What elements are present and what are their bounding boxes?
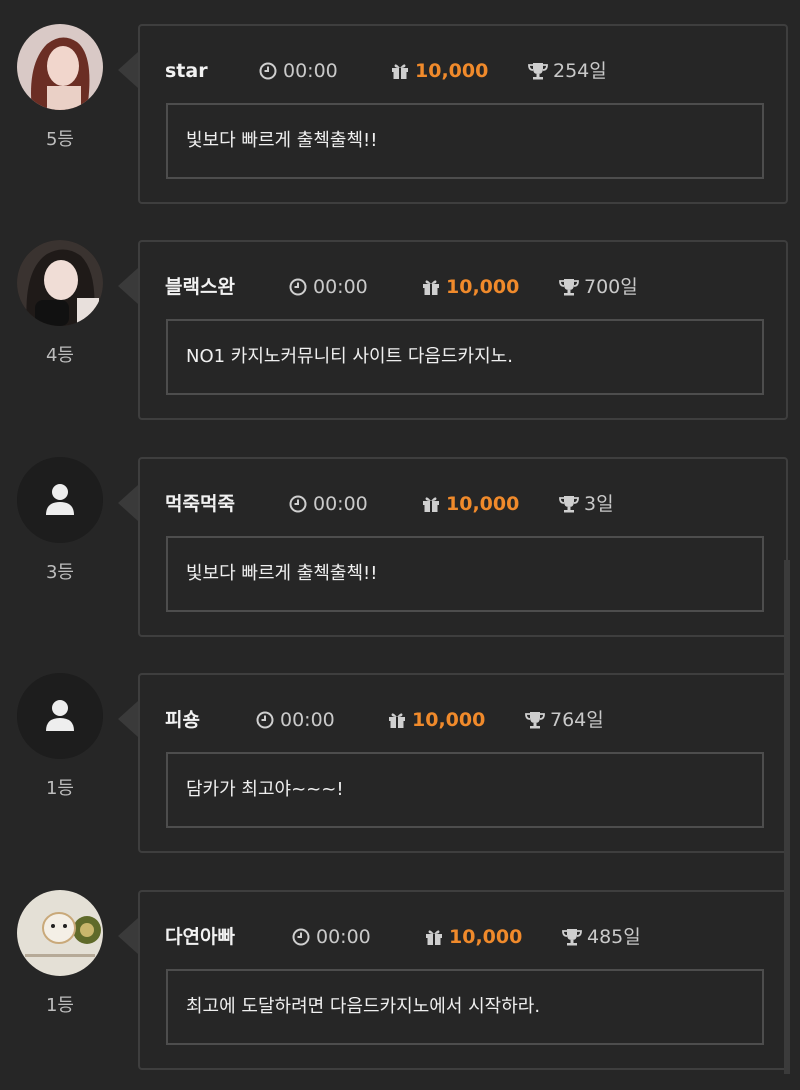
card-pointer: [118, 918, 138, 954]
comment-text: NO1 카지노커뮤니티 사이트 다음드카지노.: [166, 319, 764, 395]
clock-icon: [258, 61, 278, 81]
points-info: 10,000: [390, 59, 488, 83]
user-icon: [17, 457, 103, 543]
comment-text: 담카가 최고야~~~!: [166, 752, 764, 828]
comment-card: 피숑 00:00 10,000 764일 담카가 최고야~~~!: [138, 673, 788, 853]
comment-card: 먹죽먹죽 00:00 10,000 3일 빛보다 빠르게 출첵출첵!!: [138, 457, 788, 637]
points-text: 10,000: [449, 926, 523, 948]
gift-icon: [387, 710, 407, 730]
comment-text: 빛보다 빠르게 출첵출첵!!: [166, 103, 764, 179]
list-item: 5등 star 00:00 10,000 254일 빛보다 빠르게 출첵출첵!!: [0, 24, 800, 224]
card-pointer: [118, 268, 138, 304]
time-info: 00:00: [291, 925, 371, 949]
gift-icon: [390, 61, 410, 81]
trophy-icon: [525, 710, 545, 730]
card-pointer: [118, 485, 138, 521]
avatar[interactable]: [17, 24, 103, 110]
user-name[interactable]: 먹죽먹죽: [165, 492, 235, 516]
list-item: 1등 다연아빠 00:00 10,000 485일 최고에 도달하려면 다음드카…: [0, 890, 800, 1090]
points-info: 10,000: [421, 275, 519, 299]
trophy-icon: [562, 927, 582, 947]
user-name[interactable]: 블랙스완: [165, 275, 235, 299]
comment-card: 다연아빠 00:00 10,000 485일 최고에 도달하려면 다음드카지노에…: [138, 890, 788, 1070]
user-icon: [17, 673, 103, 759]
days-info: 254일: [528, 59, 607, 83]
gift-icon: [424, 927, 444, 947]
scrollbar[interactable]: [784, 560, 790, 1074]
comment-card: 블랙스완 00:00 10,000 700일 NO1 카지노커뮤니티 사이트 다…: [138, 240, 788, 420]
clock-icon: [255, 710, 275, 730]
time-text: 00:00: [280, 709, 335, 731]
points-info: 10,000: [424, 925, 522, 949]
user-name[interactable]: 피숑: [165, 708, 200, 732]
card-pointer: [118, 701, 138, 737]
rank-label: 4등: [45, 345, 74, 366]
days-text: 3일: [584, 493, 614, 515]
points-info: 10,000: [387, 708, 485, 732]
clock-icon: [288, 277, 308, 297]
rank-label: 5등: [45, 129, 74, 150]
points-info: 10,000: [421, 492, 519, 516]
days-text: 764일: [550, 709, 604, 731]
gift-icon: [421, 494, 441, 514]
days-info: 3일: [559, 492, 614, 516]
time-text: 00:00: [313, 493, 368, 515]
avatar[interactable]: [17, 240, 103, 326]
list-item: 3등 먹죽먹죽 00:00 10,000 3일 빛보다 빠르게 출첵출첵!!: [0, 457, 800, 657]
comment-text: 빛보다 빠르게 출첵출첵!!: [166, 536, 764, 612]
avatar[interactable]: [17, 457, 103, 543]
rank-label: 1등: [45, 778, 74, 799]
time-info: 00:00: [288, 492, 368, 516]
days-info: 764일: [525, 708, 604, 732]
avatar[interactable]: [17, 890, 103, 976]
trophy-icon: [559, 494, 579, 514]
time-info: 00:00: [258, 59, 338, 83]
time-text: 00:00: [316, 926, 371, 948]
days-text: 485일: [587, 926, 641, 948]
comment-text: 최고에 도달하려면 다음드카지노에서 시작하라.: [166, 969, 764, 1045]
time-info: 00:00: [255, 708, 335, 732]
rank-label: 1등: [45, 995, 74, 1016]
rank-label: 3등: [45, 562, 74, 583]
user-name[interactable]: star: [165, 59, 208, 83]
points-text: 10,000: [446, 276, 520, 298]
clock-icon: [288, 494, 308, 514]
clock-icon: [291, 927, 311, 947]
card-pointer: [118, 52, 138, 88]
points-text: 10,000: [446, 493, 520, 515]
time-info: 00:00: [288, 275, 368, 299]
trophy-icon: [528, 61, 548, 81]
comment-card: star 00:00 10,000 254일 빛보다 빠르게 출첵출첵!!: [138, 24, 788, 204]
list-item: 1등 피숑 00:00 10,000 764일 담카가 최고야~~~!: [0, 673, 800, 873]
days-info: 700일: [559, 275, 638, 299]
list-item: 4등 블랙스완 00:00 10,000 700일 NO1 카지노커뮤니티 사이…: [0, 240, 800, 440]
gift-icon: [421, 277, 441, 297]
points-text: 10,000: [412, 709, 486, 731]
days-info: 485일: [562, 925, 641, 949]
points-text: 10,000: [415, 60, 489, 82]
avatar[interactable]: [17, 673, 103, 759]
days-text: 254일: [553, 60, 607, 82]
trophy-icon: [559, 277, 579, 297]
time-text: 00:00: [313, 276, 368, 298]
days-text: 700일: [584, 276, 638, 298]
user-name[interactable]: 다연아빠: [165, 925, 235, 949]
time-text: 00:00: [283, 60, 338, 82]
